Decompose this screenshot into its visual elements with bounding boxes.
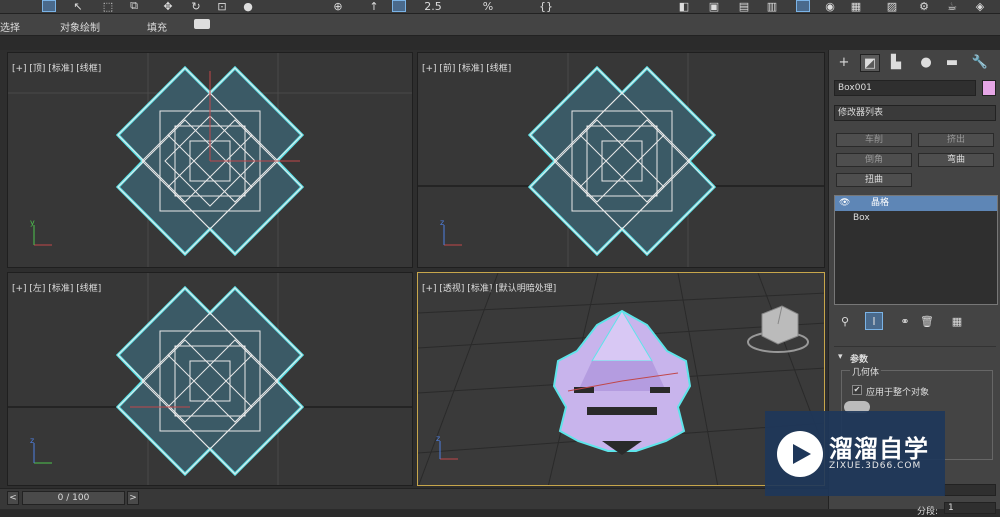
snap-icon[interactable]: ↑ xyxy=(368,0,380,13)
stack-item-lattice-label: 晶格 xyxy=(871,198,890,208)
stack-item-lattice[interactable]: 👁 晶格 xyxy=(835,196,997,211)
parameters-title: 参数 xyxy=(850,355,869,365)
modify-icon: ◩ xyxy=(863,56,877,71)
menu-item-select[interactable]: 选择 xyxy=(0,19,20,34)
watermark-logo xyxy=(777,431,823,477)
top-view-wireframe: y xyxy=(8,53,412,267)
segments-label: 分段: xyxy=(917,507,939,517)
mirror-icon[interactable]: ◧ xyxy=(676,0,692,13)
geometry-title: 几何体 xyxy=(850,365,882,378)
time-prev-button[interactable]: < xyxy=(7,491,19,505)
svg-text:z: z xyxy=(30,436,34,445)
apply-to-entire-object-checkbox[interactable]: ✔ xyxy=(852,385,862,395)
ribbon-toggle-button[interactable] xyxy=(194,19,210,29)
time-next-button[interactable]: > xyxy=(127,491,139,505)
object-color-swatch[interactable] xyxy=(982,80,996,96)
pin-stack-icon[interactable]: ⚲ xyxy=(837,312,853,330)
main-toolbar: ↖ ⬚ ⧉ ✥ ↻ ⊡ ● ⊕ ↑ 2.5 % {} ◧ ▣ ▤ ▥ ◉ ▦ ▨… xyxy=(0,0,1000,14)
select-by-name-icon[interactable]: ↖ xyxy=(70,0,86,13)
pivot-icon[interactable]: ⊕ xyxy=(330,0,346,13)
active-shade-icon[interactable]: ◈ xyxy=(972,0,988,13)
align-icon[interactable]: ▣ xyxy=(706,0,722,13)
render-frame-icon[interactable]: ▦ xyxy=(848,0,864,13)
rectangle-selection-icon[interactable]: ⬚ xyxy=(98,0,118,13)
stack-item-box[interactable]: Box xyxy=(853,213,870,223)
create-icon: + xyxy=(838,55,850,70)
display-icon: ▬ xyxy=(945,55,959,70)
material-editor-button[interactable] xyxy=(796,0,810,12)
scale-icon[interactable]: ⊡ xyxy=(214,0,230,13)
play-icon xyxy=(793,444,811,464)
configure-sets-icon[interactable]: ▦ xyxy=(949,312,965,330)
select-object-button[interactable] xyxy=(42,0,56,12)
move-icon[interactable]: ✥ xyxy=(160,0,176,13)
extrude-button[interactable]: 挤出 xyxy=(918,133,994,147)
angle-snap-button[interactable]: 2.5 xyxy=(420,0,446,13)
angle-snap-label: 2.5 xyxy=(424,0,442,13)
viewport-left[interactable]: [+] [左] [标准] [线框] z xyxy=(7,272,413,486)
left-view-wireframe: z xyxy=(8,273,412,485)
utilities-tab[interactable]: 🔧 xyxy=(970,54,990,72)
viewport-perspective[interactable]: [+] [透视] [标准] [默认明暗处理] z xyxy=(417,272,825,486)
ribbon-menubar: 选择 对象绘制 填充 xyxy=(0,14,1000,36)
lathe-button[interactable]: 车削 xyxy=(836,133,912,147)
watermark-title: 溜溜自学 xyxy=(829,435,929,463)
watermark-url: ZIXUE.3D66.COM xyxy=(829,461,922,471)
time-slider-bar: < 0 / 100 > xyxy=(0,488,828,509)
svg-text:z: z xyxy=(436,434,440,443)
watermark: 溜溜自学 ZIXUE.3D66.COM xyxy=(765,411,945,496)
make-unique-icon[interactable]: ⚭ xyxy=(897,312,913,330)
motion-icon: ● xyxy=(920,55,932,70)
modifier-list-dropdown[interactable]: 修改器列表 xyxy=(834,105,996,121)
edit-named-selection-icon[interactable]: {} xyxy=(538,0,554,13)
utilities-icon: 🔧 xyxy=(971,55,989,70)
rotate-icon[interactable]: ↻ xyxy=(188,0,204,13)
object-name-field[interactable]: Box001 xyxy=(834,80,976,96)
viewport-area: [+] [顶] [标准] [线框] y [+] [前] [标准] [线框] z … xyxy=(0,50,828,488)
viewport-front[interactable]: [+] [前] [标准] [线框] z xyxy=(417,52,825,268)
segments-spinner[interactable]: 1 xyxy=(944,502,996,514)
settings-gear-icon[interactable]: ⚙ xyxy=(916,0,932,13)
percent-snap-label: % xyxy=(482,0,494,13)
menu-item-object-paint[interactable]: 对象绘制 xyxy=(60,19,100,34)
time-slider[interactable]: 0 / 100 xyxy=(22,491,125,505)
radius-spinner[interactable] xyxy=(944,484,996,496)
visibility-eye-icon[interactable]: 👁 xyxy=(839,196,850,211)
remove-modifier-icon[interactable]: 🗑 xyxy=(919,312,935,330)
svg-text:y: y xyxy=(30,218,35,227)
sphere-icon[interactable]: ● xyxy=(240,0,256,13)
display-tab[interactable]: ▬ xyxy=(942,54,962,72)
modify-tab[interactable]: ◩ xyxy=(860,54,880,72)
menu-item-populate[interactable]: 填充 xyxy=(147,19,167,34)
hierarchy-tab[interactable]: ▙ xyxy=(886,54,906,72)
front-view-wireframe: z xyxy=(418,53,824,267)
hierarchy-icon: ▙ xyxy=(891,55,901,70)
apply-to-entire-object-label: 应用于整个对象 xyxy=(866,388,930,398)
viewcube-icon xyxy=(747,305,809,353)
render-production-icon[interactable]: ▨ xyxy=(884,0,900,13)
bevel-button[interactable]: 倒角 xyxy=(836,153,912,167)
svg-text:z: z xyxy=(440,218,444,227)
window-crossing-icon[interactable]: ⧉ xyxy=(126,0,142,12)
viewport-top[interactable]: [+] [顶] [标准] [线框] y xyxy=(7,52,413,268)
modifier-stack[interactable]: 👁 晶格 Box xyxy=(834,195,998,305)
snap-toggle-button[interactable] xyxy=(392,0,406,12)
bend-button[interactable]: 弯曲 xyxy=(918,153,994,167)
rollout-divider xyxy=(834,346,996,347)
perspective-view: z xyxy=(418,273,824,485)
create-tab[interactable]: + xyxy=(834,54,854,72)
graph-editor-icon[interactable]: ▥ xyxy=(764,0,780,13)
show-end-result-icon[interactable]: I xyxy=(865,312,883,330)
collapse-arrow-icon: ▾ xyxy=(838,352,843,362)
motion-tab[interactable]: ● xyxy=(916,54,936,72)
layer-icon[interactable]: ▤ xyxy=(736,0,752,13)
parameters-rollout[interactable]: ▾ 参数 xyxy=(834,352,996,366)
render-icon[interactable]: ☕ xyxy=(944,0,960,13)
render-setup-icon[interactable]: ◉ xyxy=(822,0,838,13)
percent-snap-button[interactable]: % xyxy=(478,0,498,13)
twist-button[interactable]: 扭曲 xyxy=(836,173,912,187)
